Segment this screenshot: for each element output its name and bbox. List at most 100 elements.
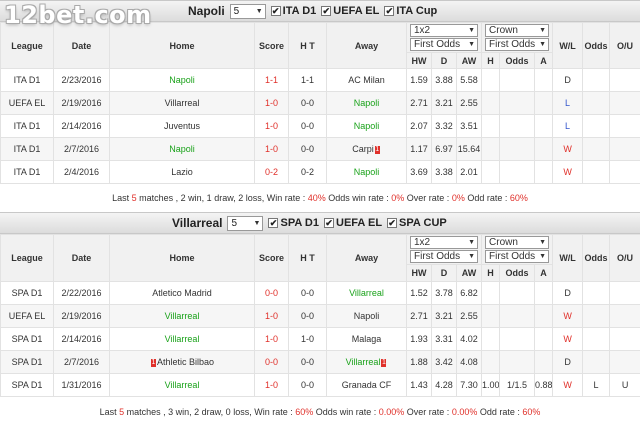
score-cell[interactable]: 0-0 (254, 281, 289, 305)
away-win-odds: 7.30 (460, 380, 478, 390)
match-count-select[interactable]: 5 ▼ (229, 3, 266, 19)
handicap-company-select[interactable]: Crown ▼ (485, 24, 550, 37)
site-logo[interactable]: 12bet.com (4, 0, 152, 30)
filter-checkbox-1[interactable]: ✔ UEFA EL (324, 217, 382, 229)
away-team-cell[interactable]: Napoli (326, 304, 407, 328)
score-cell[interactable]: 1-1 (254, 68, 289, 92)
home-team-cell[interactable]: Villarreal (109, 373, 255, 397)
home-team-cell[interactable]: 1 Athletic Bilbao (109, 350, 255, 374)
summary-over-rate: 0% (451, 193, 465, 203)
away-team-name: Villarreal (349, 288, 384, 298)
draw-odds: 3.32 (435, 121, 453, 131)
away-team-name: Napoli (353, 121, 380, 131)
table-row: SPA D1 2/22/2016 Atletico Madrid 0-0 0-0 Vill… (0, 281, 640, 305)
home-team-cell[interactable]: Napoli (109, 137, 255, 161)
summary-odd-rate: 60% (509, 193, 528, 203)
home-team-cell[interactable]: Villarreal (109, 304, 255, 328)
home-team-cell[interactable]: Villarreal (109, 327, 255, 351)
away-team-cell[interactable]: Napoli (326, 114, 407, 138)
draw-odds-cell: 3.21 (431, 304, 457, 328)
home-team-name: Athletic Bilbao (156, 357, 215, 367)
home-team-cell[interactable]: Lazio (109, 160, 255, 184)
score-cell[interactable]: 1-0 (254, 304, 289, 328)
handicap-line: 1/1.5 (507, 380, 528, 390)
score-cell[interactable]: 1-0 (254, 327, 289, 351)
away-team-cell[interactable]: Villarreal 1 (326, 350, 407, 374)
league-name: SPA D1 (11, 357, 43, 367)
home-win-odds-cell: 1.88 (406, 350, 432, 374)
home-win-odds: 3.69 (410, 167, 428, 177)
win-loss-cell: L (552, 114, 584, 138)
table-row: SPA D1 2/14/2016 Villarreal 1-0 1-0 Malaga 1.9… (0, 327, 640, 351)
win-loss: L (565, 98, 571, 108)
league-cell: UEFA EL (0, 91, 54, 115)
handicap-line-cell (499, 91, 536, 115)
odds-type-select[interactable]: First Odds ▼ (410, 250, 479, 263)
away-team-cell[interactable]: Malaga (326, 327, 407, 351)
red-card-icon: 1 (381, 358, 387, 367)
over-under-cell (609, 114, 640, 138)
table-row: ITA D1 2/23/2016 Napoli 1-1 1-1 AC Milan 1.59 3… (0, 68, 640, 92)
home-win-odds: 2.07 (410, 121, 428, 131)
handicap-away-cell (534, 160, 554, 184)
home-team-cell[interactable]: Juventus (109, 114, 255, 138)
match-date: 2/4/2016 (63, 167, 100, 177)
odds-result-cell (582, 350, 611, 374)
score-cell[interactable]: 1-0 (254, 373, 289, 397)
score-cell[interactable]: 0-0 (254, 350, 289, 374)
summary-p5: Odd rate : (477, 407, 523, 417)
match-date: 2/19/2016 (61, 98, 102, 108)
team-name: Napoli (188, 4, 225, 18)
draw-odds-cell: 3.21 (431, 91, 457, 115)
handicap-type-select[interactable]: First Odds ▼ (485, 38, 550, 51)
away-win-odds: 15.64 (457, 144, 481, 154)
away-win-odds-cell: 2.55 (455, 91, 483, 115)
odds-market-select[interactable]: 1x2 ▼ (410, 236, 479, 249)
score-cell[interactable]: 1-0 (254, 91, 289, 115)
filter-checkbox-2[interactable]: ✔ ITA Cup (384, 5, 437, 17)
chevron-down-icon: ▼ (255, 7, 263, 15)
match-count-select[interactable]: 5 ▼ (227, 215, 264, 231)
score-cell[interactable]: 0-2 (254, 160, 289, 184)
away-win-odds-cell: 5.58 (455, 68, 483, 92)
home-team-cell[interactable]: Villarreal (109, 91, 255, 115)
handicap-away-cell (534, 114, 554, 138)
sub-header-aw: AW (455, 52, 483, 69)
summary-p5: Odd rate : (464, 193, 510, 203)
home-team-cell[interactable]: Atletico Madrid (109, 281, 255, 305)
sub-header-a: A (534, 264, 554, 282)
away-team-cell[interactable]: AC Milan (326, 68, 407, 92)
win-loss-cell: D (552, 350, 584, 374)
score-cell[interactable]: 1-0 (254, 114, 289, 138)
odds-market-select[interactable]: 1x2 ▼ (410, 24, 479, 37)
away-team-cell[interactable]: Villarreal (326, 281, 407, 305)
column-header-o-u: O/U (609, 22, 640, 69)
win-loss: W (563, 380, 572, 390)
home-win-odds-cell: 1.52 (406, 281, 432, 305)
odds-type-select[interactable]: First Odds ▼ (410, 38, 479, 51)
final-score: 0-0 (264, 357, 278, 367)
filter-checkbox-1[interactable]: ✔ UEFA EL (321, 5, 379, 17)
handicap-line-cell (499, 160, 536, 184)
away-team-cell[interactable]: Napoli (326, 91, 407, 115)
date-cell: 2/22/2016 (53, 281, 110, 305)
filter-checkbox-0[interactable]: ✔ SPA D1 (268, 217, 319, 229)
odds-result-cell (582, 137, 611, 161)
select-value: First Odds (489, 251, 536, 262)
filter-checkbox-2[interactable]: ✔ SPA CUP (387, 217, 447, 229)
filter-checkbox-0[interactable]: ✔ ITA D1 (270, 5, 316, 17)
final-score: 0-2 (264, 167, 278, 177)
home-team-cell[interactable]: Napoli (109, 68, 255, 92)
handicap-company-select[interactable]: Crown ▼ (485, 236, 550, 249)
away-team-cell[interactable]: Carpi 1 (326, 137, 407, 161)
half-time-score: 0-0 (300, 121, 314, 131)
odds-result-cell (582, 91, 611, 115)
away-team-cell[interactable]: Napoli (326, 160, 407, 184)
league-cell: ITA D1 (0, 160, 54, 184)
score-cell[interactable]: 1-0 (254, 137, 289, 161)
final-score: 1-0 (264, 311, 278, 321)
handicap-type-select[interactable]: First Odds ▼ (485, 250, 550, 263)
handicap-line-cell (499, 68, 536, 92)
away-team-cell[interactable]: Granada CF (326, 373, 407, 397)
draw-odds-cell: 3.31 (431, 327, 457, 351)
